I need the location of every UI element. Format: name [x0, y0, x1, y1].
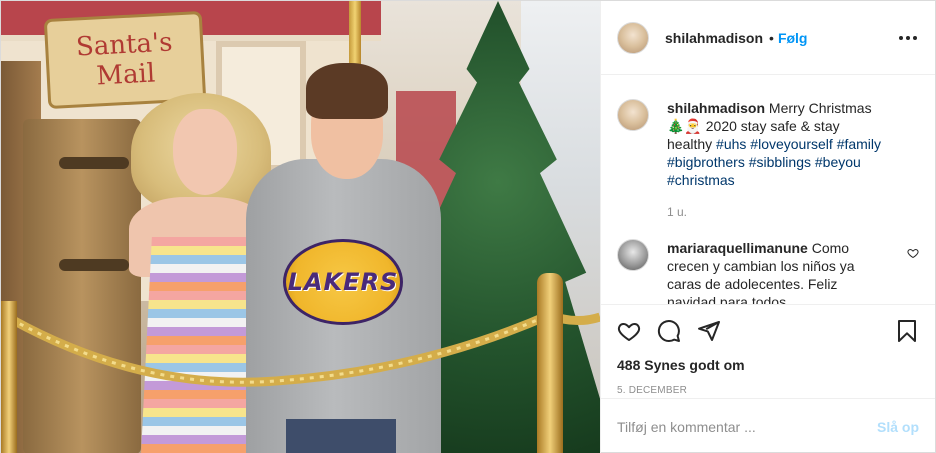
hashtag[interactable]: #beyou [815, 154, 861, 170]
lakers-text: LAKERS [287, 268, 399, 296]
hashtag[interactable]: #uhs [716, 136, 746, 152]
hashtag[interactable]: #christmas [667, 172, 735, 188]
follow-button[interactable]: Følg [778, 30, 808, 46]
hashtag[interactable]: #bigbrothers [667, 154, 745, 170]
post-actions: 488 Synes godt om 5. DECEMBER Slå op [601, 304, 935, 453]
mailbox-slot [59, 157, 129, 169]
sign-line-2: Mail [95, 58, 156, 92]
comment-icon[interactable] [657, 319, 681, 343]
post-photo[interactable]: Santa's Mail LAKERS [1, 1, 600, 453]
stanchion-post-left [1, 301, 17, 453]
caption-body: shilahmadison Merry Christmas 🎄🎅 2020 st… [667, 99, 887, 221]
hashtag[interactable]: #family [837, 136, 881, 152]
action-icons [617, 305, 919, 357]
post-date[interactable]: 5. DECEMBER [617, 385, 919, 396]
caption-avatar[interactable] [617, 99, 649, 131]
like-comment-heart-icon[interactable] [907, 247, 919, 259]
caption-time[interactable]: 1 u. [667, 203, 887, 221]
caption: shilahmadison Merry Christmas 🎄🎅 2020 st… [617, 99, 919, 221]
comments-section: shilahmadison Merry Christmas 🎄🎅 2020 st… [601, 75, 935, 304]
hashtag[interactable]: #sibblings [749, 154, 811, 170]
comment-username[interactable]: mariaraquellimanune [667, 240, 808, 256]
post-header: shilahmadison • Følg [601, 1, 935, 75]
stanchion-post [537, 273, 563, 453]
mailbox-slot [59, 259, 129, 271]
caption-username[interactable]: shilahmadison [667, 100, 765, 116]
post-sidebar: shilahmadison • Følg shilahmadison Merry… [600, 1, 935, 453]
comment-body: mariaraquellimanune Como crecen y cambia… [667, 239, 887, 304]
author-avatar[interactable] [617, 21, 649, 54]
hashtag[interactable]: #loveyourself [750, 136, 833, 152]
author-username[interactable]: shilahmadison [665, 30, 763, 46]
heart-icon[interactable] [617, 319, 641, 343]
more-options-icon[interactable] [897, 30, 919, 46]
comment-item: mariaraquellimanune Como crecen y cambia… [617, 239, 919, 304]
likes-count[interactable]: 488 Synes godt om [617, 357, 919, 373]
comment-input[interactable] [617, 418, 877, 435]
commenter-avatar[interactable] [617, 239, 649, 271]
boy-hair [306, 63, 388, 119]
separator-dot: • [769, 29, 774, 46]
post-comment-button[interactable]: Slå op [877, 419, 919, 435]
pants [286, 419, 396, 453]
girl-face [173, 109, 237, 195]
instagram-post: Santa's Mail LAKERS shilahmadison • Følg… [0, 0, 936, 453]
share-icon[interactable] [697, 319, 721, 343]
sign-line-1: Santa's [75, 27, 174, 63]
bookmark-icon[interactable] [895, 319, 919, 343]
add-comment-bar: Slå op [601, 398, 935, 453]
velvet-rope [6, 310, 600, 387]
